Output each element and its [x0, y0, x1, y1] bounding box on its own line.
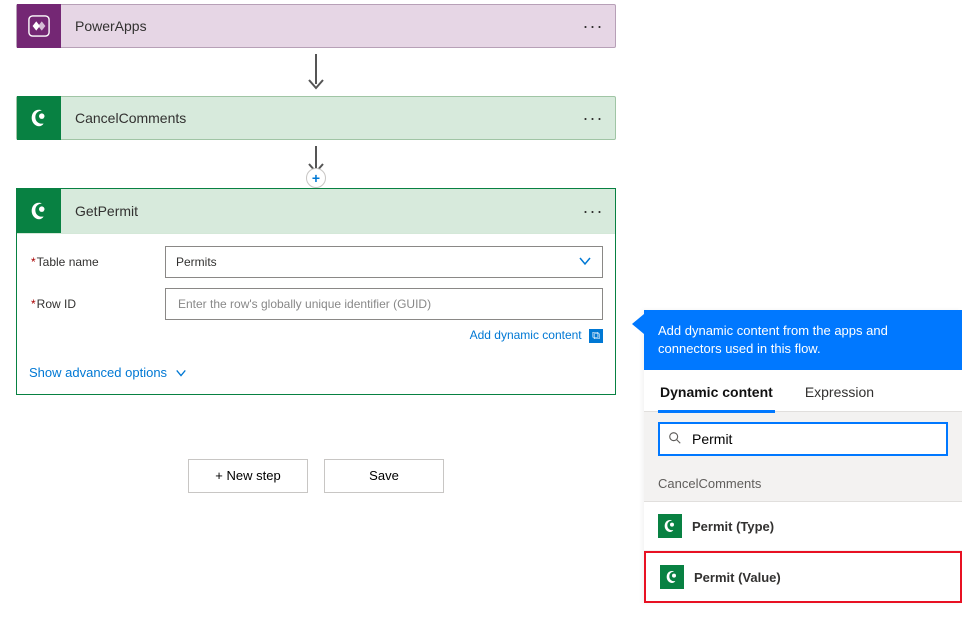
- dataverse-icon: [17, 189, 61, 233]
- search-icon: [668, 431, 682, 448]
- connector-arrow: [16, 48, 616, 96]
- dynamic-item-permit-value[interactable]: Permit (Value): [646, 553, 960, 601]
- powerapps-icon-svg: [28, 15, 50, 37]
- save-button[interactable]: Save: [324, 459, 444, 493]
- add-dynamic-content-link[interactable]: Add dynamic content ⧉: [29, 328, 603, 343]
- dynamic-content-panel: Add dynamic content from the apps and co…: [644, 310, 962, 603]
- step-powerapps-label: PowerApps: [61, 18, 571, 34]
- panel-heading: Add dynamic content from the apps and co…: [644, 310, 962, 370]
- new-step-button[interactable]: + New step: [188, 459, 308, 493]
- dynamic-section-cancelcomments: CancelComments: [644, 466, 962, 502]
- dynamic-item-permit-type[interactable]: Permit (Type): [644, 502, 962, 551]
- row-id-label: *Row ID: [29, 297, 165, 311]
- connector-arrow-2: +: [16, 140, 616, 180]
- step-powerapps-more-button[interactable]: ···: [571, 16, 615, 37]
- dynamic-item-label: Permit (Type): [692, 519, 774, 534]
- step-getpermit-label: GetPermit: [61, 203, 571, 219]
- dynamic-search-input[interactable]: [690, 430, 938, 448]
- show-advanced-options-link[interactable]: Show advanced options: [29, 365, 603, 380]
- table-name-value: Permits: [176, 255, 217, 269]
- step-cancelcomments[interactable]: CancelComments ···: [16, 96, 616, 140]
- step-getpermit: GetPermit ··· *Table name Permits: [16, 188, 616, 395]
- highlight-permit-value: Permit (Value): [644, 551, 962, 603]
- step-getpermit-more-button[interactable]: ···: [571, 201, 615, 222]
- dynamic-content-badge-icon: ⧉: [589, 329, 603, 343]
- dataverse-icon: [17, 96, 61, 140]
- chevron-down-icon: [578, 254, 592, 271]
- step-powerapps[interactable]: PowerApps ···: [16, 4, 616, 48]
- row-id-input-wrapper: [165, 288, 603, 320]
- dynamic-item-label: Permit (Value): [694, 570, 781, 585]
- row-id-input[interactable]: [176, 296, 592, 312]
- insert-step-button[interactable]: +: [306, 168, 326, 188]
- table-name-select[interactable]: Permits: [165, 246, 603, 278]
- dataverse-icon: [658, 514, 682, 538]
- step-cancelcomments-label: CancelComments: [61, 110, 571, 126]
- panel-pointer: [632, 314, 644, 334]
- dynamic-search-box[interactable]: [658, 422, 948, 456]
- powerapps-icon: [17, 4, 61, 48]
- step-cancelcomments-more-button[interactable]: ···: [571, 108, 615, 129]
- tab-expression[interactable]: Expression: [803, 370, 876, 411]
- chevron-down-icon: [175, 367, 187, 379]
- table-name-label: *Table name: [29, 255, 165, 269]
- tab-dynamic-content[interactable]: Dynamic content: [658, 370, 775, 413]
- dataverse-icon: [660, 565, 684, 589]
- step-getpermit-header[interactable]: GetPermit ···: [17, 189, 615, 233]
